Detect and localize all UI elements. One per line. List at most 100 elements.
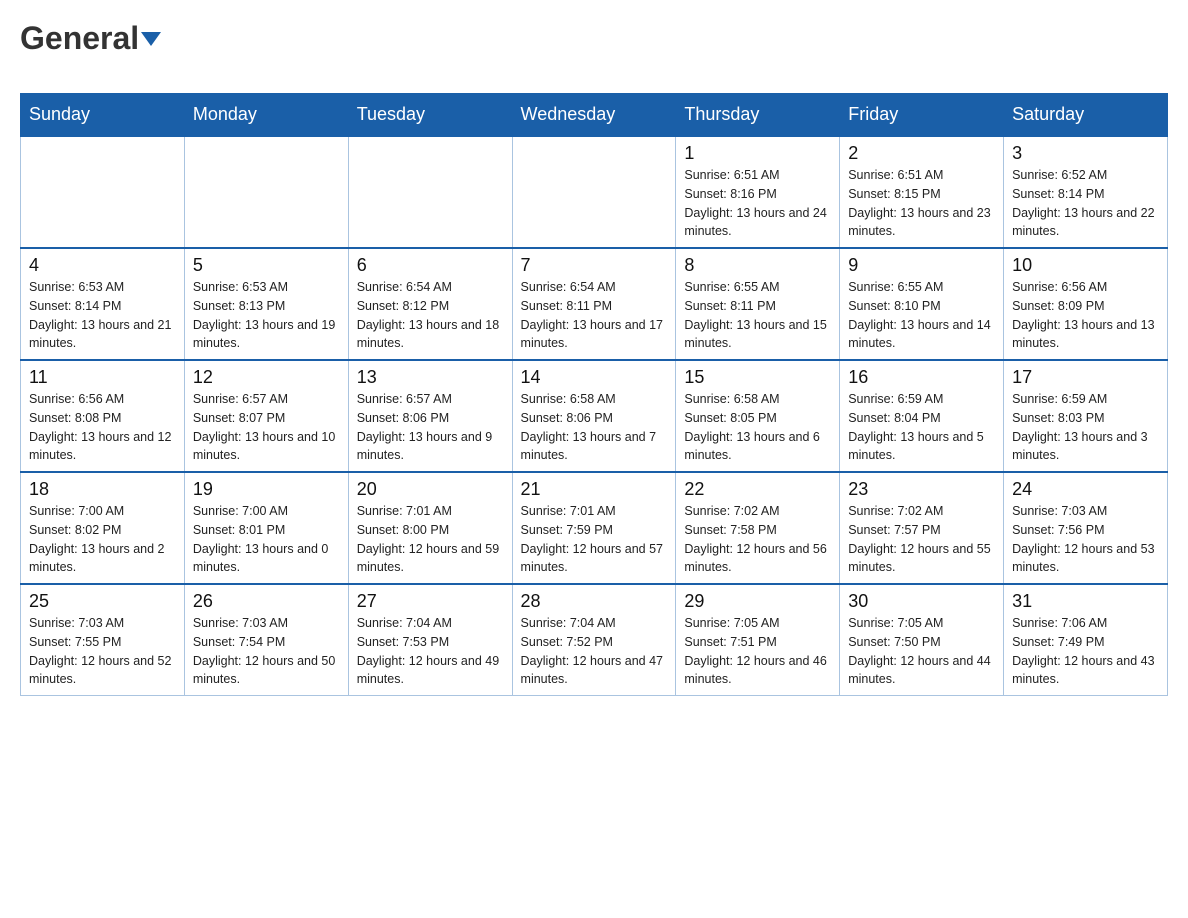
day-number: 5 — [193, 255, 340, 276]
day-info: Sunrise: 7:02 AMSunset: 7:57 PMDaylight:… — [848, 502, 995, 577]
day-info: Sunrise: 6:53 AMSunset: 8:14 PMDaylight:… — [29, 278, 176, 353]
day-number: 13 — [357, 367, 504, 388]
day-info: Sunrise: 6:57 AMSunset: 8:06 PMDaylight:… — [357, 390, 504, 465]
day-number: 1 — [684, 143, 831, 164]
day-info: Sunrise: 6:57 AMSunset: 8:07 PMDaylight:… — [193, 390, 340, 465]
calendar-cell: 22Sunrise: 7:02 AMSunset: 7:58 PMDayligh… — [676, 472, 840, 584]
page-header: General — [20, 20, 1168, 83]
calendar-cell: 11Sunrise: 6:56 AMSunset: 8:08 PMDayligh… — [21, 360, 185, 472]
day-number: 7 — [521, 255, 668, 276]
calendar-cell — [348, 136, 512, 248]
calendar-cell: 16Sunrise: 6:59 AMSunset: 8:04 PMDayligh… — [840, 360, 1004, 472]
week-row-0: 1Sunrise: 6:51 AMSunset: 8:16 PMDaylight… — [21, 136, 1168, 248]
calendar-cell: 4Sunrise: 6:53 AMSunset: 8:14 PMDaylight… — [21, 248, 185, 360]
day-number: 3 — [1012, 143, 1159, 164]
day-info: Sunrise: 6:55 AMSunset: 8:11 PMDaylight:… — [684, 278, 831, 353]
day-info: Sunrise: 6:56 AMSunset: 8:09 PMDaylight:… — [1012, 278, 1159, 353]
calendar-cell: 18Sunrise: 7:00 AMSunset: 8:02 PMDayligh… — [21, 472, 185, 584]
calendar-cell: 12Sunrise: 6:57 AMSunset: 8:07 PMDayligh… — [184, 360, 348, 472]
calendar-cell: 6Sunrise: 6:54 AMSunset: 8:12 PMDaylight… — [348, 248, 512, 360]
calendar-cell — [21, 136, 185, 248]
header-friday: Friday — [840, 94, 1004, 137]
day-number: 27 — [357, 591, 504, 612]
calendar-cell: 20Sunrise: 7:01 AMSunset: 8:00 PMDayligh… — [348, 472, 512, 584]
calendar-cell: 10Sunrise: 6:56 AMSunset: 8:09 PMDayligh… — [1004, 248, 1168, 360]
day-number: 2 — [848, 143, 995, 164]
day-info: Sunrise: 6:54 AMSunset: 8:12 PMDaylight:… — [357, 278, 504, 353]
calendar-cell — [512, 136, 676, 248]
calendar-cell: 27Sunrise: 7:04 AMSunset: 7:53 PMDayligh… — [348, 584, 512, 696]
calendar-header-row: SundayMondayTuesdayWednesdayThursdayFrid… — [21, 94, 1168, 137]
day-info: Sunrise: 6:51 AMSunset: 8:16 PMDaylight:… — [684, 166, 831, 241]
calendar-cell: 24Sunrise: 7:03 AMSunset: 7:56 PMDayligh… — [1004, 472, 1168, 584]
calendar-cell: 26Sunrise: 7:03 AMSunset: 7:54 PMDayligh… — [184, 584, 348, 696]
calendar-cell: 19Sunrise: 7:00 AMSunset: 8:01 PMDayligh… — [184, 472, 348, 584]
day-number: 16 — [848, 367, 995, 388]
day-info: Sunrise: 7:05 AMSunset: 7:50 PMDaylight:… — [848, 614, 995, 689]
header-monday: Monday — [184, 94, 348, 137]
header-wednesday: Wednesday — [512, 94, 676, 137]
calendar-cell: 9Sunrise: 6:55 AMSunset: 8:10 PMDaylight… — [840, 248, 1004, 360]
day-number: 10 — [1012, 255, 1159, 276]
header-tuesday: Tuesday — [348, 94, 512, 137]
day-info: Sunrise: 7:06 AMSunset: 7:49 PMDaylight:… — [1012, 614, 1159, 689]
day-info: Sunrise: 7:02 AMSunset: 7:58 PMDaylight:… — [684, 502, 831, 577]
calendar-cell: 14Sunrise: 6:58 AMSunset: 8:06 PMDayligh… — [512, 360, 676, 472]
calendar-cell: 29Sunrise: 7:05 AMSunset: 7:51 PMDayligh… — [676, 584, 840, 696]
calendar-cell: 8Sunrise: 6:55 AMSunset: 8:11 PMDaylight… — [676, 248, 840, 360]
calendar-cell: 5Sunrise: 6:53 AMSunset: 8:13 PMDaylight… — [184, 248, 348, 360]
week-row-3: 18Sunrise: 7:00 AMSunset: 8:02 PMDayligh… — [21, 472, 1168, 584]
calendar-table: SundayMondayTuesdayWednesdayThursdayFrid… — [20, 93, 1168, 696]
day-info: Sunrise: 7:04 AMSunset: 7:53 PMDaylight:… — [357, 614, 504, 689]
day-info: Sunrise: 7:01 AMSunset: 8:00 PMDaylight:… — [357, 502, 504, 577]
calendar-cell: 7Sunrise: 6:54 AMSunset: 8:11 PMDaylight… — [512, 248, 676, 360]
week-row-4: 25Sunrise: 7:03 AMSunset: 7:55 PMDayligh… — [21, 584, 1168, 696]
day-number: 19 — [193, 479, 340, 500]
day-number: 29 — [684, 591, 831, 612]
day-number: 12 — [193, 367, 340, 388]
week-row-1: 4Sunrise: 6:53 AMSunset: 8:14 PMDaylight… — [21, 248, 1168, 360]
day-number: 11 — [29, 367, 176, 388]
day-info: Sunrise: 7:04 AMSunset: 7:52 PMDaylight:… — [521, 614, 668, 689]
calendar-cell — [184, 136, 348, 248]
day-info: Sunrise: 6:51 AMSunset: 8:15 PMDaylight:… — [848, 166, 995, 241]
day-number: 9 — [848, 255, 995, 276]
calendar-cell: 31Sunrise: 7:06 AMSunset: 7:49 PMDayligh… — [1004, 584, 1168, 696]
day-number: 4 — [29, 255, 176, 276]
calendar-cell: 28Sunrise: 7:04 AMSunset: 7:52 PMDayligh… — [512, 584, 676, 696]
day-number: 15 — [684, 367, 831, 388]
header-thursday: Thursday — [676, 94, 840, 137]
calendar-cell: 17Sunrise: 6:59 AMSunset: 8:03 PMDayligh… — [1004, 360, 1168, 472]
day-number: 18 — [29, 479, 176, 500]
day-number: 23 — [848, 479, 995, 500]
day-info: Sunrise: 6:59 AMSunset: 8:04 PMDaylight:… — [848, 390, 995, 465]
day-info: Sunrise: 7:00 AMSunset: 8:02 PMDaylight:… — [29, 502, 176, 577]
day-number: 21 — [521, 479, 668, 500]
logo: General — [20, 20, 161, 83]
day-info: Sunrise: 7:05 AMSunset: 7:51 PMDaylight:… — [684, 614, 831, 689]
calendar-cell: 3Sunrise: 6:52 AMSunset: 8:14 PMDaylight… — [1004, 136, 1168, 248]
day-number: 30 — [848, 591, 995, 612]
day-info: Sunrise: 7:03 AMSunset: 7:55 PMDaylight:… — [29, 614, 176, 689]
logo-blue-text — [20, 57, 42, 83]
day-info: Sunrise: 6:59 AMSunset: 8:03 PMDaylight:… — [1012, 390, 1159, 465]
day-info: Sunrise: 6:58 AMSunset: 8:06 PMDaylight:… — [521, 390, 668, 465]
day-info: Sunrise: 6:54 AMSunset: 8:11 PMDaylight:… — [521, 278, 668, 353]
calendar-cell: 15Sunrise: 6:58 AMSunset: 8:05 PMDayligh… — [676, 360, 840, 472]
logo-general: General — [20, 20, 161, 56]
day-info: Sunrise: 6:56 AMSunset: 8:08 PMDaylight:… — [29, 390, 176, 465]
calendar-cell: 13Sunrise: 6:57 AMSunset: 8:06 PMDayligh… — [348, 360, 512, 472]
day-info: Sunrise: 6:52 AMSunset: 8:14 PMDaylight:… — [1012, 166, 1159, 241]
calendar-cell: 1Sunrise: 6:51 AMSunset: 8:16 PMDaylight… — [676, 136, 840, 248]
day-number: 14 — [521, 367, 668, 388]
day-number: 24 — [1012, 479, 1159, 500]
calendar-cell: 21Sunrise: 7:01 AMSunset: 7:59 PMDayligh… — [512, 472, 676, 584]
day-info: Sunrise: 6:53 AMSunset: 8:13 PMDaylight:… — [193, 278, 340, 353]
day-number: 31 — [1012, 591, 1159, 612]
day-info: Sunrise: 6:55 AMSunset: 8:10 PMDaylight:… — [848, 278, 995, 353]
day-number: 20 — [357, 479, 504, 500]
day-info: Sunrise: 7:03 AMSunset: 7:54 PMDaylight:… — [193, 614, 340, 689]
day-number: 6 — [357, 255, 504, 276]
calendar-cell: 2Sunrise: 6:51 AMSunset: 8:15 PMDaylight… — [840, 136, 1004, 248]
day-number: 22 — [684, 479, 831, 500]
